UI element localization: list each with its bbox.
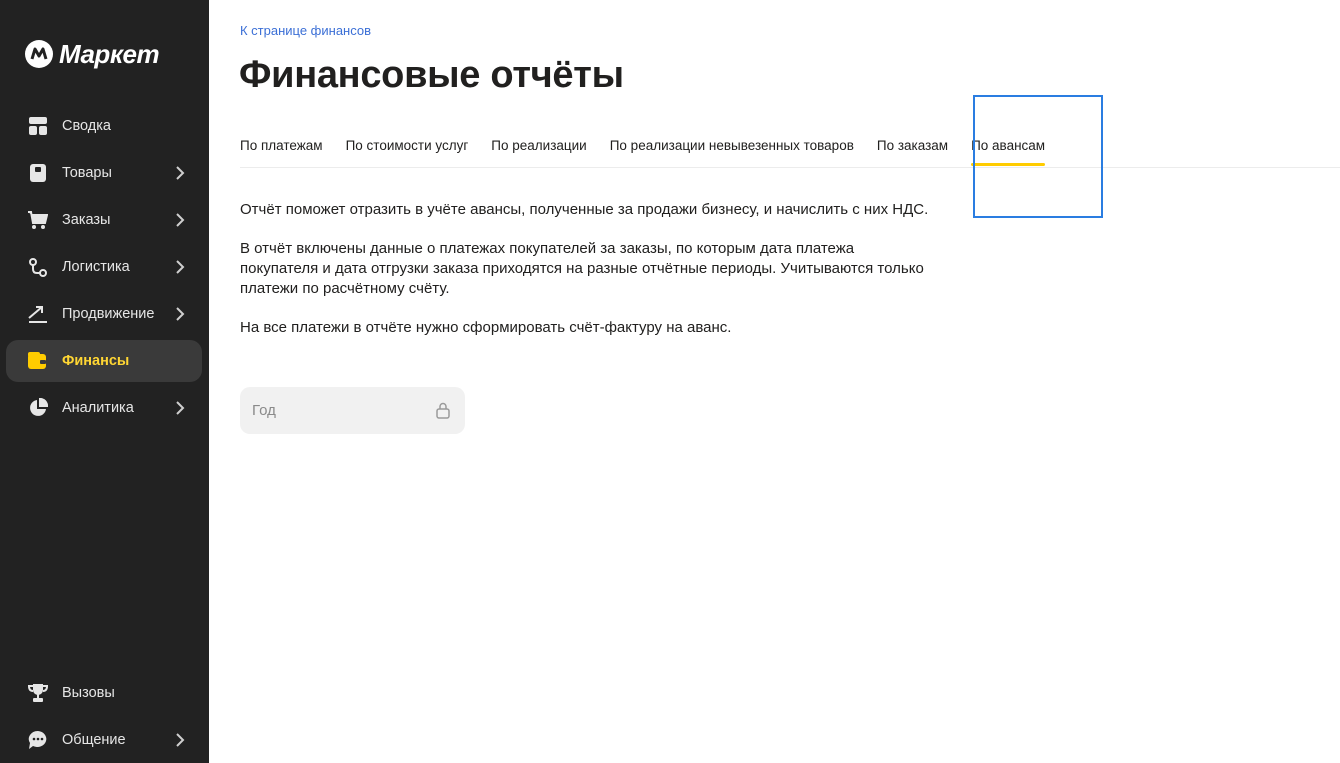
sidebar: Маркет Сводка Товары Заказы Логистика Пр… [0, 0, 209, 763]
sidebar-nav: Сводка Товары Заказы Логистика Продвижен… [6, 105, 202, 434]
sidebar-item-label: Логистика [62, 259, 130, 275]
page-title: Финансовые отчёты [239, 54, 624, 96]
report-description: Отчёт поможет отразить в учёте авансы, п… [240, 200, 930, 357]
sidebar-item-label: Вызовы [62, 685, 115, 701]
sidebar-item-label: Финансы [62, 353, 130, 369]
description-paragraph: В отчёт включены данные о платежах покуп… [240, 240, 924, 297]
logo-text: Маркет [59, 38, 160, 69]
chevron-right-icon [176, 307, 185, 321]
sidebar-item-finansy[interactable]: Финансы [6, 340, 202, 382]
description-paragraph: Отчёт поможет отразить в учёте авансы, п… [240, 201, 929, 218]
sidebar-bottom-nav: Вызовы Общение [6, 672, 202, 763]
route-icon [28, 257, 48, 277]
tab-po-zakazam[interactable]: По заказам [877, 134, 948, 169]
sidebar-item-label: Сводка [62, 118, 111, 134]
tab-po-stoimosti-uslug[interactable]: По стоимости услуг [346, 134, 469, 169]
sidebar-item-logistika[interactable]: Логистика [6, 246, 202, 288]
market-logo[interactable]: Маркет [25, 38, 160, 70]
sidebar-item-vyzovy[interactable]: Вызовы [6, 672, 202, 714]
lock-icon [436, 402, 450, 419]
wallet-icon [28, 351, 48, 371]
market-logo-icon [25, 40, 53, 68]
focus-highlight-box [973, 95, 1103, 218]
chevron-right-icon [176, 166, 185, 180]
description-paragraph: На все платежи в отчёте нужно сформирова… [240, 319, 732, 336]
chevron-right-icon [176, 260, 185, 274]
trophy-icon [28, 683, 48, 703]
sidebar-item-obshchenie[interactable]: Общение [6, 719, 202, 761]
breadcrumb-finance-link[interactable]: К странице финансов [240, 23, 371, 38]
report-tabs: По платежам По стоимости услуг По реализ… [240, 134, 1068, 169]
sidebar-item-label: Продвижение [62, 306, 155, 322]
chevron-right-icon [176, 401, 185, 415]
sidebar-item-label: Общение [62, 732, 126, 748]
tab-po-platezham[interactable]: По платежам [240, 134, 323, 169]
sidebar-item-label: Заказы [62, 212, 111, 228]
trend-icon [28, 304, 48, 324]
dashboard-icon [28, 116, 48, 136]
chat-icon [28, 730, 48, 750]
tabs-divider [240, 167, 1340, 168]
cart-icon [28, 210, 48, 230]
app: Маркет Сводка Товары Заказы Логистика Пр… [0, 0, 1340, 763]
sidebar-item-svodka[interactable]: Сводка [6, 105, 202, 147]
year-select-label: Год [252, 402, 276, 419]
sidebar-item-label: Товары [62, 165, 112, 181]
tab-po-realizatsii-nevyvezennyh[interactable]: По реализации невывезенных товаров [610, 134, 854, 169]
pie-chart-icon [28, 398, 48, 418]
chevron-right-icon [176, 213, 185, 227]
box-icon [28, 163, 48, 183]
main-content: К странице финансов Финансовые отчёты По… [209, 0, 1340, 763]
sidebar-item-label: Аналитика [62, 400, 134, 416]
year-select[interactable]: Год [240, 387, 465, 434]
sidebar-item-analitika[interactable]: Аналитика [6, 387, 202, 429]
sidebar-item-zakazy[interactable]: Заказы [6, 199, 202, 241]
sidebar-item-prodvizhenie[interactable]: Продвижение [6, 293, 202, 335]
sidebar-item-tovary[interactable]: Товары [6, 152, 202, 194]
chevron-right-icon [176, 733, 185, 747]
tab-po-realizatsii[interactable]: По реализации [491, 134, 586, 169]
